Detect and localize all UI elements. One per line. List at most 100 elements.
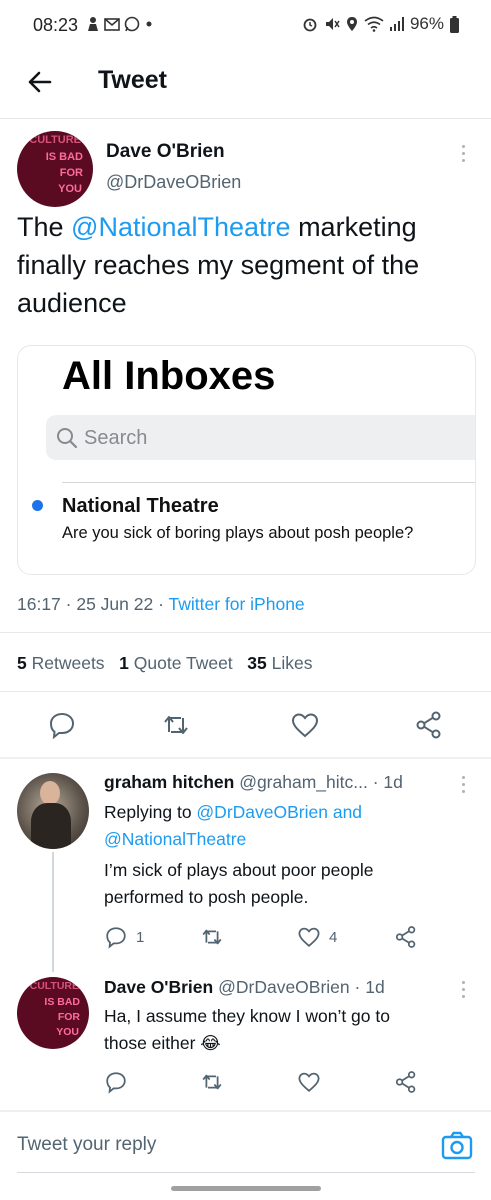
likes-label: Likes xyxy=(271,653,313,673)
header-divider xyxy=(0,118,491,119)
camera-button[interactable] xyxy=(440,1129,474,1163)
reply-2-age: · 1d xyxy=(354,977,385,997)
tweet-meta: 16:17 · 25 Jun 22 · Twitter for iPhone xyxy=(17,594,305,614)
retweet-icon xyxy=(164,716,188,734)
person-icon xyxy=(88,17,98,31)
reply-2-reply-button[interactable] xyxy=(104,1070,128,1094)
card-search-bar: Search xyxy=(46,415,475,460)
stats-row: 5 Retweets 1 Quote Tweet 35 Likes xyxy=(17,653,312,674)
heart-icon xyxy=(298,927,320,947)
reply-input-underline xyxy=(17,1172,475,1173)
reply-2-like-button[interactable] xyxy=(297,1070,321,1094)
card-separator xyxy=(62,482,475,483)
home-indicator xyxy=(171,1186,321,1191)
status-left-icons xyxy=(86,16,154,32)
reply-author-handle[interactable]: @graham_hitc... xyxy=(239,772,368,792)
author-name[interactable]: Dave O'Brien xyxy=(106,141,225,163)
status-bar: 08:23 96% xyxy=(0,0,491,52)
tweet-text-prefix: The xyxy=(17,212,72,242)
unread-dot-icon xyxy=(32,500,43,511)
reply-2-text: Ha, I assume they know I won’t go to tho… xyxy=(104,1006,390,1053)
quotes-stat[interactable]: 1 Quote Tweet xyxy=(119,653,233,673)
card-preview: Are you sick of boring plays about posh … xyxy=(62,524,414,542)
page-title: Tweet xyxy=(98,66,167,94)
reply-input[interactable]: Tweet your reply xyxy=(17,1134,156,1156)
likes-count: 35 xyxy=(247,653,267,673)
reply-retweet-button[interactable] xyxy=(200,925,224,949)
avatar-face xyxy=(40,781,60,805)
retweets-count: 5 xyxy=(17,653,27,673)
replying-to-mention-2[interactable]: @NationalTheatre xyxy=(104,829,246,849)
reply-2-retweet-button[interactable] xyxy=(200,1070,224,1094)
likes-stat[interactable]: 35 Likes xyxy=(247,653,312,673)
dot-icon xyxy=(146,21,152,27)
status-time: 08:23 xyxy=(33,15,79,35)
reply-reply-button[interactable]: 1 xyxy=(104,925,144,949)
composer-divider xyxy=(0,1110,491,1112)
share-icon xyxy=(395,1071,416,1093)
reply-2-avatar[interactable]: CULTURE IS BAD FOR YOU xyxy=(17,977,89,1049)
reply-2-share-button[interactable] xyxy=(394,1070,418,1094)
share-icon xyxy=(416,711,441,739)
battery-icon xyxy=(450,15,459,33)
retweet-icon xyxy=(202,1074,222,1090)
reply-reply-count: 1 xyxy=(136,928,145,946)
back-button[interactable] xyxy=(24,66,56,98)
reply-2-author-handle[interactable]: @DrDaveOBrien xyxy=(218,977,350,997)
reply-author-name[interactable]: graham hitchen xyxy=(104,772,234,792)
reply-header: graham hitchen @graham_hitc... · 1d xyxy=(104,772,403,793)
card-sender: National Theatre xyxy=(62,495,219,517)
quotes-count: 1 xyxy=(119,653,129,673)
card-search-placeholder: Search xyxy=(84,427,148,449)
mute-icon xyxy=(325,18,340,30)
reply-2-header: Dave O'Brien @DrDaveOBrien · 1d xyxy=(104,977,385,998)
thread-line xyxy=(52,852,54,972)
reply-text: I’m sick of plays about poor people perf… xyxy=(104,860,374,907)
reply-age: · 1d xyxy=(372,772,403,792)
retweet-icon xyxy=(202,929,222,945)
tweet-source[interactable]: Twitter for iPhone xyxy=(168,594,304,614)
avatar-body xyxy=(31,803,71,849)
reply-icon xyxy=(49,712,75,740)
replying-to: Replying to @DrDaveOBrien and @NationalTh… xyxy=(104,799,362,853)
stats-divider xyxy=(0,691,491,692)
author-avatar[interactable]: CULTURE IS BAD FOR YOU xyxy=(17,131,93,207)
replying-and: and xyxy=(327,802,363,822)
like-button[interactable] xyxy=(290,710,320,740)
author-handle[interactable]: @DrDaveOBrien xyxy=(106,172,241,193)
more-options-icon[interactable] xyxy=(460,145,466,162)
battery-percent: 96% xyxy=(409,14,444,33)
retweet-button[interactable] xyxy=(161,710,191,740)
signal-icon xyxy=(389,17,404,31)
reply-2-author-name[interactable]: Dave O'Brien xyxy=(104,977,213,997)
tweet-image[interactable]: All Inboxes Search National Theatre Are … xyxy=(17,345,476,575)
avatar-text-4: YOU xyxy=(56,1026,79,1038)
avatar-text-1: CULTURE xyxy=(29,980,79,992)
reply-button[interactable] xyxy=(47,710,77,740)
actions-divider xyxy=(0,757,491,759)
mention-link[interactable]: @NationalTheatre xyxy=(71,212,291,242)
replying-prefix: Replying to xyxy=(104,802,197,822)
reply-2-more-options-icon[interactable] xyxy=(460,981,466,998)
tweet-date: 25 Jun 22 xyxy=(76,594,154,614)
status-right: 96% xyxy=(302,14,459,34)
reply-more-options-icon[interactable] xyxy=(460,776,466,793)
avatar-text-2: IS BAD xyxy=(45,151,83,163)
avatar-text-2: IS BAD xyxy=(44,996,80,1008)
replying-to-mention-1[interactable]: @DrDaveOBrien xyxy=(196,802,328,822)
avatar-text-1: CULTURE xyxy=(29,134,81,146)
avatar-text-3: FOR xyxy=(57,1011,80,1023)
reply-share-button[interactable] xyxy=(394,925,418,949)
reply-avatar[interactable] xyxy=(17,773,89,849)
camera-icon xyxy=(441,1131,473,1160)
retweets-stat[interactable]: 5 Retweets xyxy=(17,653,105,673)
reply-icon xyxy=(106,1072,126,1094)
reply-like-count: 4 xyxy=(329,928,338,946)
heart-icon xyxy=(291,713,319,738)
quotes-label: Quote Tweet xyxy=(133,653,233,673)
reply-like-button[interactable]: 4 xyxy=(297,925,337,949)
search-icon xyxy=(57,428,78,449)
share-button[interactable] xyxy=(414,710,444,740)
back-arrow-icon xyxy=(28,71,52,93)
wifi-icon xyxy=(364,16,384,32)
